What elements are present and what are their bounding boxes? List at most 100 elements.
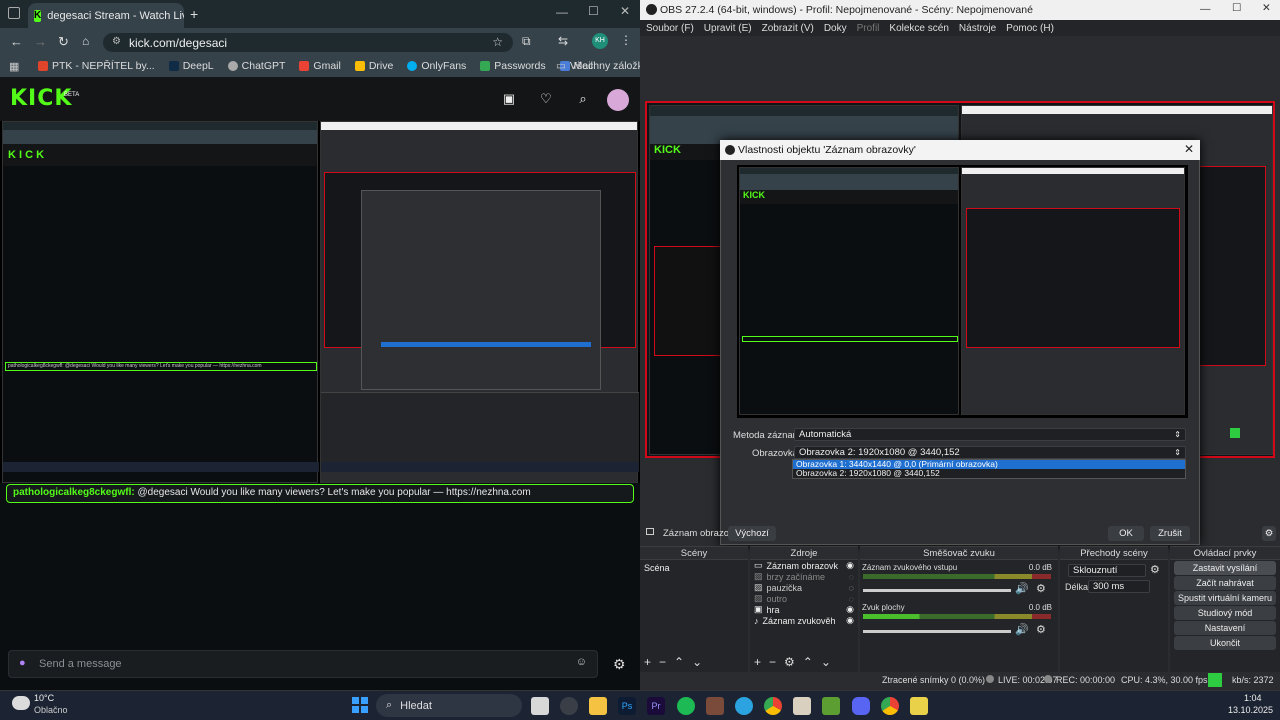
stream-video[interactable]: K I C K pathologicalkeg8ckegwfl: @degesa…	[0, 121, 640, 483]
chat-input[interactable]: ● Send a message ☺	[8, 650, 598, 678]
photoshop-icon[interactable]: Ps	[618, 697, 636, 715]
forward-icon[interactable]: →	[34, 34, 47, 49]
bookmark-item[interactable]: Gmail	[299, 60, 341, 72]
obs-close-icon[interactable]: ✕	[1262, 2, 1271, 14]
exit-button[interactable]: Ukončit	[1174, 636, 1276, 650]
spotify-icon[interactable]	[677, 697, 695, 715]
close-window-icon[interactable]: ✕	[620, 4, 630, 18]
start-windows-icon[interactable]	[352, 697, 368, 713]
volume-slider[interactable]	[863, 589, 1011, 592]
extensions-icon[interactable]: ⧉	[522, 34, 531, 49]
settings-button[interactable]: Nastavení	[1174, 621, 1276, 635]
bookmark-item[interactable]: PTK - NEPŘÍTEL by...	[38, 60, 155, 72]
track-settings-gear-icon[interactable]: ⚙	[1036, 623, 1046, 636]
menu-tools[interactable]: Nástroje	[959, 23, 996, 34]
scene-toolbar-icons[interactable]: +−⌃⌄	[644, 655, 710, 669]
chrome-profile-icon[interactable]	[881, 697, 899, 715]
bookmark-item[interactable]: Drive	[354, 60, 393, 72]
user-avatar[interactable]	[607, 89, 629, 111]
apps-grid-icon[interactable]: ▦	[9, 60, 19, 73]
tab-kick[interactable]: K degesaci Stream - Watch Live o ✕	[28, 3, 184, 28]
translate-icon[interactable]: ⇆	[558, 34, 568, 48]
chrome-icon[interactable]	[764, 697, 782, 715]
task-view-icon[interactable]	[531, 697, 549, 715]
menu-docks[interactable]: Doky	[824, 23, 847, 34]
emoji-icon[interactable]: ☺	[576, 656, 587, 668]
bookmark-item[interactable]: Passwords	[480, 60, 546, 72]
maximize-icon[interactable]: ☐	[588, 4, 599, 18]
search-icon[interactable]: ⌕	[576, 92, 590, 106]
menu-profile[interactable]: Profil	[857, 23, 880, 34]
screen-option[interactable]: Obrazovka 2: 1920x1080 @ 3440,152	[793, 469, 1185, 478]
cancel-button[interactable]: Zrušit	[1150, 526, 1190, 541]
minimize-icon[interactable]: —	[556, 5, 568, 19]
obs-taskbar-icon[interactable]	[560, 697, 578, 715]
app-icon[interactable]	[793, 697, 811, 715]
menu-icon[interactable]: ⋮	[620, 33, 632, 47]
new-tab-icon[interactable]: +	[190, 6, 198, 22]
microphone-icon[interactable]: ●	[19, 657, 26, 669]
clock-time[interactable]: 1:04	[1244, 693, 1262, 703]
reload-icon[interactable]: ↻	[58, 34, 69, 50]
bookmark-item[interactable]: DeepL	[168, 60, 214, 72]
dialog-close-icon[interactable]: ✕	[1184, 142, 1194, 156]
bookmark-item[interactable]: OnlyFans	[407, 60, 466, 72]
volume-slider[interactable]	[863, 630, 1011, 633]
speaker-icon[interactable]: 🔊	[1015, 623, 1029, 636]
back-icon[interactable]: ←	[10, 34, 23, 49]
profile-avatar[interactable]: KH	[592, 33, 608, 49]
screen-select[interactable]: Obrazovka 2: 1920x1080 @ 3440,152 ⇕	[794, 446, 1186, 459]
source-item[interactable]: ▨ outro ◌	[750, 593, 858, 604]
eye-off-icon[interactable]: ◌	[849, 594, 854, 604]
eye-icon[interactable]: ◉	[846, 615, 854, 626]
home-icon[interactable]: ⌂	[82, 34, 89, 48]
telegram-icon[interactable]	[735, 697, 753, 715]
app-icon[interactable]	[706, 697, 724, 715]
obs-maximize-icon[interactable]: ☐	[1232, 2, 1241, 14]
browse-icon[interactable]: ▣	[502, 92, 516, 106]
tab-search-icon[interactable]	[8, 7, 20, 19]
start-recording-button[interactable]: Začít nahrávat	[1174, 576, 1276, 590]
transition-select[interactable]: Sklouznutí	[1068, 564, 1146, 577]
weather-cloud-icon[interactable]	[12, 696, 30, 710]
discord-icon[interactable]	[852, 697, 870, 715]
source-item[interactable]: ▨ brzy začínáme ◌	[750, 571, 858, 582]
gear-icon[interactable]: ⚙	[1262, 526, 1276, 541]
app-icon[interactable]	[910, 697, 928, 715]
chat-username[interactable]: pathologicalkeg8ckegwfl:	[13, 487, 135, 498]
ok-button[interactable]: OK	[1108, 526, 1144, 541]
address-bar[interactable]: ⚙ kick.com/degesaci ☆	[103, 33, 513, 52]
clock-date[interactable]: 13.10.2025	[1228, 705, 1273, 715]
source-item[interactable]: ♪ Záznam zvukověh ◉	[750, 615, 858, 626]
source-item[interactable]: ▣ hra ◉	[750, 604, 858, 615]
virtual-camera-button[interactable]: Spustit virtuální kameru	[1174, 591, 1276, 605]
stop-streaming-button[interactable]: Zastavit vysílání	[1174, 561, 1276, 575]
site-info-icon[interactable]: ⚙	[112, 36, 121, 47]
scene-item[interactable]: Scéna	[640, 560, 748, 576]
taskbar-search[interactable]: ⌕ Hledat	[376, 694, 522, 717]
menu-file[interactable]: Soubor (F)	[646, 23, 694, 34]
eye-off-icon[interactable]: ◌	[849, 572, 854, 582]
studio-mode-button[interactable]: Studiový mód	[1174, 606, 1276, 620]
defaults-button[interactable]: Výchozí	[728, 526, 776, 541]
duration-input[interactable]: 300 ms	[1088, 580, 1150, 593]
file-explorer-icon[interactable]	[589, 697, 607, 715]
eye-icon[interactable]: ◉	[846, 604, 854, 615]
bookmark-star-icon[interactable]: ☆	[492, 35, 503, 49]
source-toolbar-icons[interactable]: +−⚙⌃⌄	[754, 655, 839, 669]
eye-off-icon[interactable]: ◌	[849, 583, 854, 593]
track-settings-gear-icon[interactable]: ⚙	[1036, 582, 1046, 595]
all-bookmarks[interactable]: ▭ Všechny záložky	[556, 60, 648, 72]
source-item[interactable]: ▭ Záznam obrazovk ◉	[750, 560, 858, 571]
minecraft-icon[interactable]	[822, 697, 840, 715]
kick-logo[interactable]: KICK	[10, 86, 72, 111]
menu-edit[interactable]: Upravit (E)	[704, 23, 752, 34]
source-item[interactable]: ▨ pauzička ◌	[750, 582, 858, 593]
obs-minimize-icon[interactable]: —	[1200, 3, 1211, 15]
speaker-icon[interactable]: 🔊	[1015, 582, 1029, 595]
chat-settings-gear-icon[interactable]: ⚙	[613, 656, 626, 673]
eye-icon[interactable]: ◉	[846, 560, 854, 571]
transition-gear-icon[interactable]: ⚙	[1150, 563, 1160, 576]
menu-scene-collection[interactable]: Kolekce scén	[889, 23, 948, 34]
following-heart-icon[interactable]: ♡	[539, 92, 553, 106]
